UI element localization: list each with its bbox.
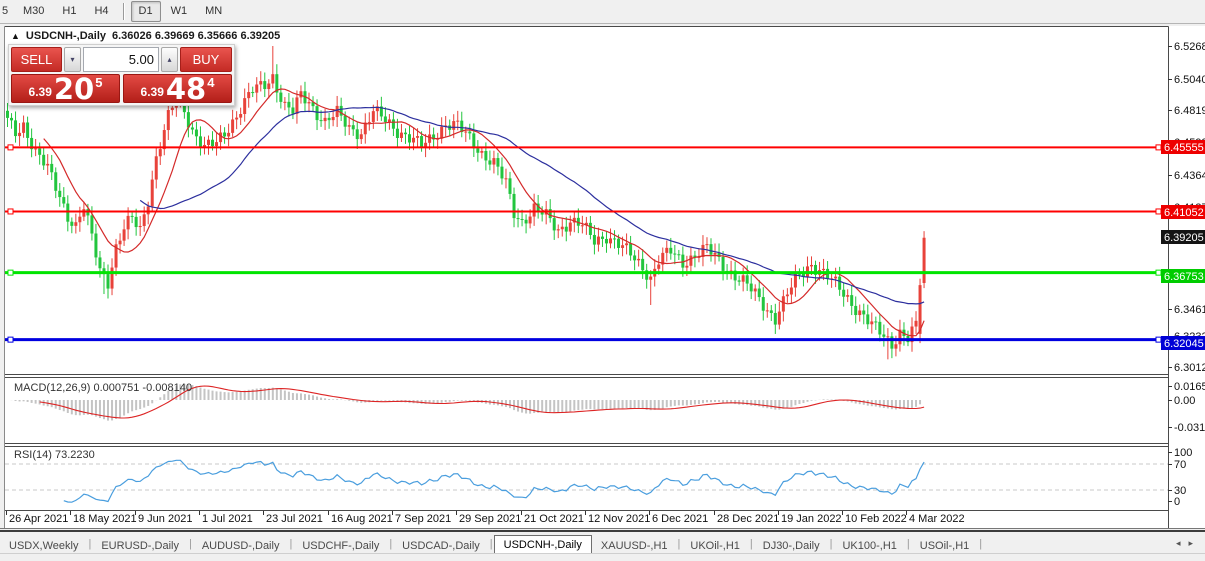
rsi-tick-label: 0 xyxy=(1174,496,1180,508)
price-level-label: 6.45555 xyxy=(1161,140,1205,154)
price-tick-label: 6.48195 xyxy=(1174,105,1205,117)
chart-expand-icon[interactable]: ▲ xyxy=(11,31,20,41)
timeframe-button-w1[interactable]: W1 xyxy=(163,1,196,22)
price-level-label: 6.41052 xyxy=(1161,205,1205,219)
date-tick-label: 1 Jul 2021 xyxy=(202,513,253,525)
macd-tick-label: -0.03142 xyxy=(1174,422,1205,434)
date-tick-label: 9 Jun 2021 xyxy=(138,513,192,525)
timeframe-button-mn[interactable]: MN xyxy=(197,1,230,22)
date-axis: 26 Apr 2021 18 May 2021 9 Jun 2021 1 Jul 20… xyxy=(6,511,965,525)
sell-price-panel[interactable]: 6.39 20 5 xyxy=(11,72,120,106)
trading-terminal-window: 6.526806.504056.481956.459386.436456.413… xyxy=(0,0,1205,561)
sell-price-pip: 5 xyxy=(95,75,103,90)
timeframe-button-5[interactable]: 5 xyxy=(1,1,13,22)
date-tick-label: 6 Dec 2021 xyxy=(652,513,708,525)
date-tick-label: 7 Sep 2021 xyxy=(395,513,451,525)
price-tick-label: 6.30125 xyxy=(1174,362,1205,374)
sell-price-big-digits: 20 xyxy=(53,72,95,106)
date-tick-label: 26 Apr 2021 xyxy=(9,513,68,525)
svg-text:6.39205: 6.39205 xyxy=(1164,232,1204,244)
toolbar-separator xyxy=(122,3,125,20)
status-bar xyxy=(0,553,1205,561)
price-tick-label: 6.52680 xyxy=(1174,41,1205,53)
svg-text:6.41052: 6.41052 xyxy=(1164,207,1204,219)
tab-scroll-left-icon[interactable]: ◂ xyxy=(1176,538,1189,548)
date-tick-label: 12 Nov 2021 xyxy=(588,513,650,525)
macd-tick-label: 0.01658 xyxy=(1174,381,1205,393)
price-level-label: 6.36753 xyxy=(1161,269,1205,283)
buy-price-panel[interactable]: 6.39 48 4 xyxy=(123,72,232,106)
sell-button[interactable]: SELL xyxy=(11,47,62,72)
tab-scroll-arrows[interactable]: ◂▸ xyxy=(1176,538,1201,549)
date-tick-label: 23 Jul 2021 xyxy=(266,513,323,525)
chart-ohlc-values: 6.36026 6.39669 6.35666 6.39205 xyxy=(112,30,281,42)
date-tick-label: 29 Sep 2021 xyxy=(459,513,521,525)
timeframe-button-d1[interactable]: D1 xyxy=(130,1,161,22)
line-handle[interactable] xyxy=(1155,144,1162,151)
one-click-trade-widget: SELL ▾ ▴ BUY 6.39 20 5 6.39 48 4 xyxy=(8,44,235,106)
chart-tab-bar: USDX,Weekly | EURUSD-,Daily | AUDUSD-,Daily |… xyxy=(0,530,1205,555)
rsi-tick-label: 100 xyxy=(1174,447,1192,459)
timeframe-button-h1[interactable]: H1 xyxy=(54,1,84,22)
timeframe-button-m30[interactable]: M30 xyxy=(15,1,52,22)
buy-button[interactable]: BUY xyxy=(180,47,232,72)
macd-indicator-label: MACD(12,26,9) 0.000751 -0.008140 xyxy=(14,382,192,394)
rsi-tick-label: 70 xyxy=(1174,459,1186,471)
tab-scroll-right-icon[interactable]: ▸ xyxy=(1188,538,1201,548)
date-tick-label: 28 Dec 2021 xyxy=(717,513,779,525)
price-tick-label: 6.50405 xyxy=(1174,74,1205,86)
price-level-label: 6.39205 xyxy=(1161,230,1205,244)
line-handle[interactable] xyxy=(1155,269,1162,276)
chart-title: ▲ USDCNH-,Daily 6.36026 6.39669 6.35666 … xyxy=(11,30,280,42)
tab-divider: | xyxy=(979,537,983,550)
volume-input[interactable] xyxy=(83,47,159,72)
volume-decrease-button[interactable]: ▾ xyxy=(64,47,81,72)
macd-tick-label: 0.00 xyxy=(1174,395,1195,407)
svg-text:6.36753: 6.36753 xyxy=(1164,271,1204,283)
line-handle[interactable] xyxy=(1155,208,1162,215)
svg-text:6.45555: 6.45555 xyxy=(1164,142,1204,154)
svg-text:6.32045: 6.32045 xyxy=(1164,338,1204,350)
timeframe-button-h4[interactable]: H4 xyxy=(86,1,116,22)
chart-symbol-label: USDCNH-,Daily xyxy=(25,30,106,42)
price-level-label: 6.32045 xyxy=(1161,336,1205,350)
sell-price-prefix: 6.39 xyxy=(28,85,52,99)
date-tick-label: 19 Jan 2022 xyxy=(781,513,842,525)
volume-increase-button[interactable]: ▴ xyxy=(161,47,178,72)
price-tick-label: 6.34610 xyxy=(1174,304,1205,316)
date-tick-label: 16 Aug 2021 xyxy=(331,513,393,525)
date-tick-label: 21 Oct 2021 xyxy=(524,513,584,525)
line-handle[interactable] xyxy=(7,336,14,343)
timeframe-toolbar: 5 M30 H1 H4 D1 W1 MN xyxy=(0,0,1205,24)
date-tick-label: 18 May 2021 xyxy=(73,513,137,525)
rsi-indicator-label: RSI(14) 73.2230 xyxy=(14,449,95,461)
buy-price-big-digits: 48 xyxy=(165,72,207,106)
buy-price-pip: 4 xyxy=(207,75,215,90)
line-handle[interactable] xyxy=(1155,336,1162,343)
line-handle[interactable] xyxy=(7,208,14,215)
line-handle[interactable] xyxy=(7,144,14,151)
buy-price-prefix: 6.39 xyxy=(140,85,164,99)
price-tick-label: 6.43645 xyxy=(1174,170,1205,182)
line-handle[interactable] xyxy=(7,269,14,276)
date-tick-label: 10 Feb 2022 xyxy=(845,513,907,525)
chart-tab-usdcnh-daily[interactable]: USDCNH-,Daily xyxy=(493,535,592,555)
date-tick-label: 4 Mar 2022 xyxy=(909,513,965,525)
